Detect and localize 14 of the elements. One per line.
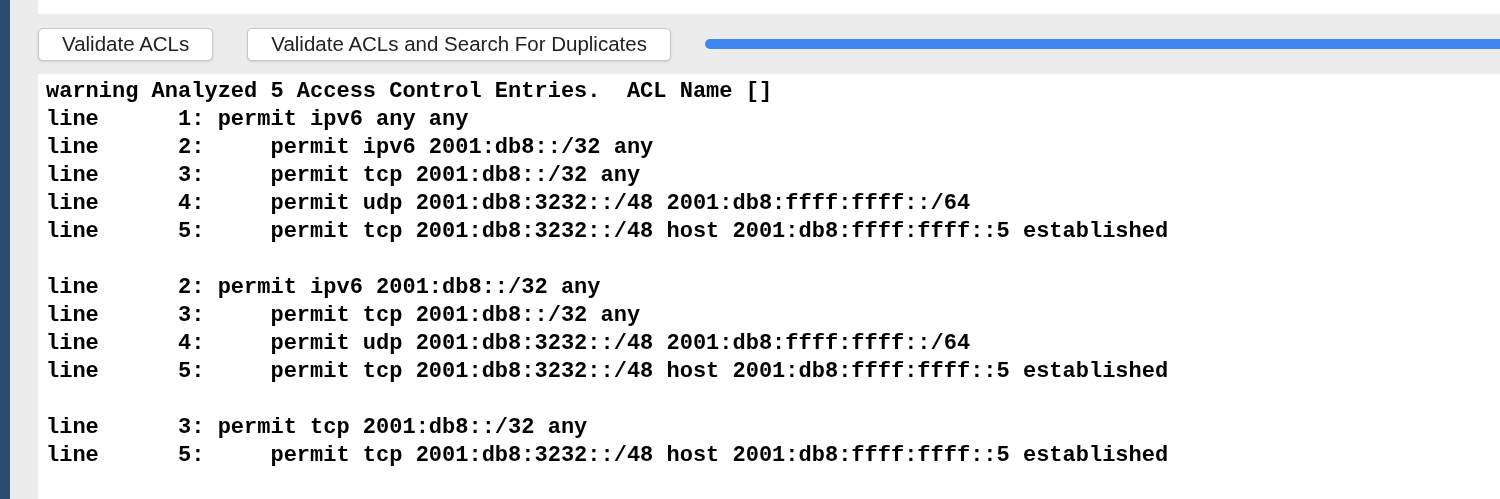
- output-line: line 2: permit ipv6 2001:db8::/32 any: [46, 274, 601, 302]
- output-line: line 4: permit udp 2001:db8:3232::/48 2001:db8:ffff:ffff::/64: [46, 190, 971, 218]
- output-line: line 5: permit tcp 2001:db8:3232::/48 host 2001:db8:ffff:ffff::5 established: [46, 218, 1169, 246]
- output-line: line 3: permit tcp 2001:db8::/32 any: [46, 302, 641, 330]
- output-line: line 5: permit tcp 2001:db8:3232::/48 host 2001:db8:ffff:ffff::5 established: [46, 442, 1169, 470]
- output-line: line 3: permit tcp 2001:db8::/32 any: [46, 162, 641, 190]
- output-line: warning Analyzed 5 Access Control Entries. ACL Name []: [46, 78, 773, 106]
- output-line: line 4: permit udp 2001:db8:3232::/48 2001:db8:ffff:ffff::/64: [46, 330, 971, 358]
- validate-button[interactable]: Validate ACLs: [38, 27, 214, 61]
- validate-button[interactable]: Validate ACLs and Search For Duplicates: [247, 27, 671, 61]
- output-line: line 5: permit tcp 2001:db8:3232::/48 host 2001:db8:ffff:ffff::5 established: [46, 358, 1169, 386]
- output-line: line 2: permit ipv6 2001:db8::/32 any: [46, 134, 654, 162]
- output-line: line 1: permit ipv6 any any: [46, 106, 469, 134]
- output-line: line 3: permit tcp 2001:db8::/32 any: [46, 414, 588, 442]
